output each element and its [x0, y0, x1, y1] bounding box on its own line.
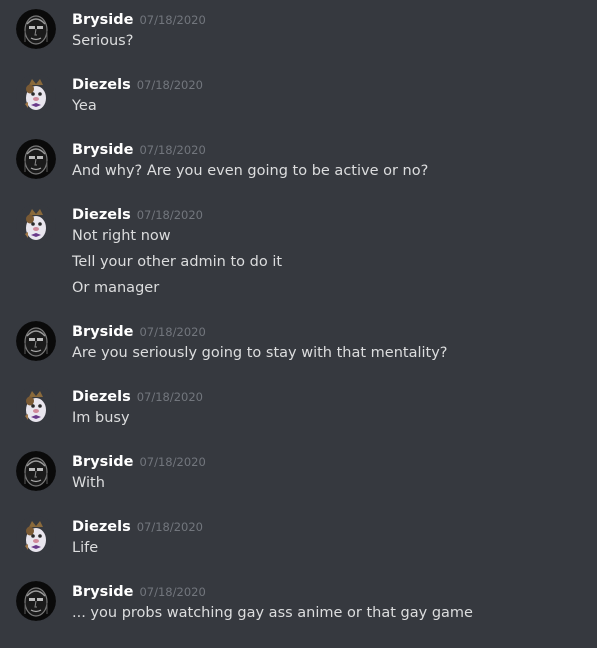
diezels-avatar-image [16, 204, 56, 244]
message-text: Not right now [72, 228, 171, 244]
timestamp[interactable]: 07/18/2020 [137, 78, 203, 92]
author-name[interactable]: Bryside [72, 454, 133, 470]
timestamp[interactable]: 07/18/2020 [137, 208, 203, 222]
message-text: Life [72, 540, 99, 556]
message-text: Or manager [72, 280, 160, 296]
message-text: ... you probs watching gay ass anime or … [72, 605, 473, 621]
message-header: Diezels 07/18/2020 [72, 386, 203, 406]
author-name[interactable]: Bryside [72, 142, 133, 158]
message-header: Diezels 07/18/2020 [72, 74, 203, 94]
author-name[interactable]: Bryside [72, 324, 133, 340]
diezels-avatar-image [16, 516, 56, 556]
timestamp[interactable]: 07/18/2020 [139, 143, 205, 157]
message-text: Serious? [72, 33, 134, 49]
message-header: Bryside 07/18/2020 [72, 139, 206, 159]
message-header: Diezels 07/18/2020 [72, 516, 203, 536]
bryside-avatar-image [16, 139, 56, 179]
message-text: Im busy [72, 410, 130, 426]
timestamp[interactable]: 07/18/2020 [139, 585, 205, 599]
timestamp[interactable]: 07/18/2020 [139, 455, 205, 469]
diezels-avatar-image [16, 74, 56, 114]
message-text: Tell your other admin to do it [72, 254, 283, 270]
bryside-avatar[interactable] [16, 581, 56, 621]
author-name[interactable]: Bryside [72, 584, 133, 600]
author-name[interactable]: Diezels [72, 519, 131, 535]
message-header: Diezels 07/18/2020 [72, 204, 203, 224]
timestamp[interactable]: 07/18/2020 [137, 520, 203, 534]
bryside-avatar-image [16, 581, 56, 621]
bryside-avatar[interactable] [16, 451, 56, 491]
diezels-avatar[interactable] [16, 74, 56, 114]
message-header: Bryside 07/18/2020 [72, 451, 206, 471]
author-name[interactable]: Diezels [72, 389, 131, 405]
bryside-avatar[interactable] [16, 9, 56, 49]
diezels-avatar[interactable] [16, 386, 56, 426]
timestamp[interactable]: 07/18/2020 [137, 390, 203, 404]
message-text: And why? Are you even going to be active… [72, 163, 429, 179]
message-header: Bryside 07/18/2020 [72, 581, 206, 601]
bryside-avatar-image [16, 451, 56, 491]
author-name[interactable]: Diezels [72, 77, 131, 93]
bryside-avatar-image [16, 9, 56, 49]
message-header: Bryside 07/18/2020 [72, 9, 206, 29]
diezels-avatar[interactable] [16, 516, 56, 556]
message-text: Yea [72, 98, 97, 114]
diezels-avatar-image [16, 386, 56, 426]
message-text: With [72, 475, 105, 491]
author-name[interactable]: Bryside [72, 12, 133, 28]
diezels-avatar[interactable] [16, 204, 56, 244]
timestamp[interactable]: 07/18/2020 [139, 13, 205, 27]
bryside-avatar-image [16, 321, 56, 361]
bryside-avatar[interactable] [16, 321, 56, 361]
timestamp[interactable]: 07/18/2020 [139, 325, 205, 339]
author-name[interactable]: Diezels [72, 207, 131, 223]
bryside-avatar[interactable] [16, 139, 56, 179]
message-header: Bryside 07/18/2020 [72, 321, 206, 341]
chat-message-list: Bryside 07/18/2020 Serious? Diezels 07/18/… [0, 0, 597, 648]
message-text: Are you seriously going to stay with tha… [72, 345, 448, 361]
